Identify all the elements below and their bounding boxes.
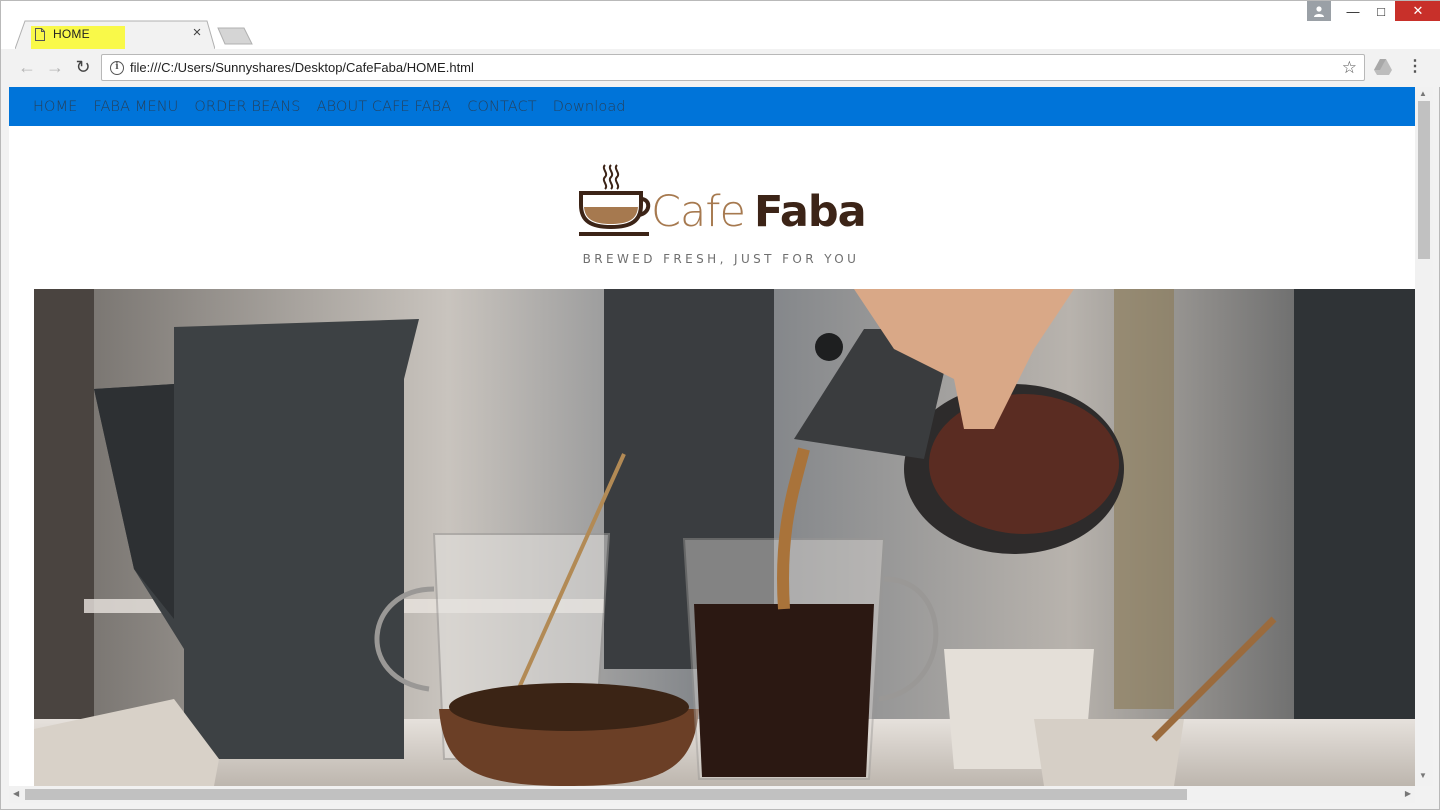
nav-link-download[interactable]: Download bbox=[553, 99, 626, 115]
arrow-right-icon[interactable]: → bbox=[45, 57, 65, 77]
arrow-left-icon[interactable]: ← bbox=[17, 57, 37, 77]
vertical-scrollbar[interactable]: ▲ ▼ bbox=[1415, 87, 1433, 786]
horizontal-scrollbar[interactable]: ◀ ▶ bbox=[9, 786, 1415, 803]
logo-text-cafe: Cafe bbox=[651, 187, 746, 237]
nav-link-contact[interactable]: CONTACT bbox=[467, 99, 536, 115]
coffee-pour-photo bbox=[34, 289, 1415, 786]
maximize-button[interactable]: □ bbox=[1367, 1, 1395, 21]
page-icon bbox=[35, 28, 45, 41]
logo-text-faba: Faba bbox=[754, 187, 867, 237]
address-bar[interactable]: i file:///C:/Users/Sunnyshares/Desktop/C… bbox=[101, 54, 1365, 81]
url-text[interactable]: file:///C:/Users/Sunnyshares/Desktop/Caf… bbox=[130, 60, 474, 75]
title-bar: HOME × — □ ✕ bbox=[1, 1, 1440, 68]
page-viewport: HOME FABA MENU ORDER BEANS ABOUT CAFE FA… bbox=[9, 87, 1415, 786]
drive-icon[interactable] bbox=[1373, 58, 1393, 76]
user-icon[interactable] bbox=[1307, 1, 1331, 21]
minimize-button[interactable]: — bbox=[1339, 1, 1367, 21]
nav-link-about[interactable]: ABOUT CAFE FABA bbox=[317, 99, 452, 115]
vertical-scroll-thumb[interactable] bbox=[1418, 101, 1430, 259]
close-window-button[interactable]: ✕ bbox=[1395, 1, 1440, 21]
browser-tab-home[interactable]: HOME × bbox=[15, 20, 215, 68]
window-controls: — □ ✕ bbox=[1307, 1, 1440, 23]
horizontal-scroll-thumb[interactable] bbox=[25, 789, 1187, 800]
scroll-down-icon[interactable]: ▼ bbox=[1419, 771, 1427, 780]
browser-toolbar: ← → ↻ i file:///C:/Users/Sunnyshares/Des… bbox=[1, 49, 1440, 87]
nav-link-home[interactable]: HOME bbox=[33, 99, 77, 115]
reload-icon[interactable]: ↻ bbox=[73, 57, 93, 77]
site-nav-bar: HOME FABA MENU ORDER BEANS ABOUT CAFE FA… bbox=[9, 87, 1415, 126]
nav-link-order-beans[interactable]: ORDER BEANS bbox=[194, 99, 300, 115]
tab-title: HOME bbox=[53, 27, 90, 41]
scroll-left-icon[interactable]: ◀ bbox=[13, 789, 19, 798]
site-logo[interactable]: Cafe Faba bbox=[569, 163, 889, 243]
close-tab-icon[interactable]: × bbox=[189, 25, 205, 41]
nav-link-faba-menu[interactable]: FABA MENU bbox=[93, 99, 178, 115]
tagline: BREWED FRESH, JUST FOR YOU bbox=[582, 252, 860, 266]
kebab-menu-icon[interactable]: ⋮ bbox=[1407, 57, 1423, 77]
star-icon[interactable]: ☆ bbox=[1342, 58, 1357, 78]
info-icon[interactable]: i bbox=[110, 61, 124, 75]
new-tab-button[interactable] bbox=[217, 27, 253, 45]
coffee-cup-logo-icon bbox=[579, 164, 651, 236]
scroll-right-icon[interactable]: ▶ bbox=[1405, 789, 1411, 798]
hero-image bbox=[34, 289, 1415, 786]
browser-window: HOME × — □ ✕ ← → ↻ i file:///C:/Users/Su… bbox=[0, 0, 1440, 810]
scroll-up-icon[interactable]: ▲ bbox=[1419, 89, 1427, 98]
